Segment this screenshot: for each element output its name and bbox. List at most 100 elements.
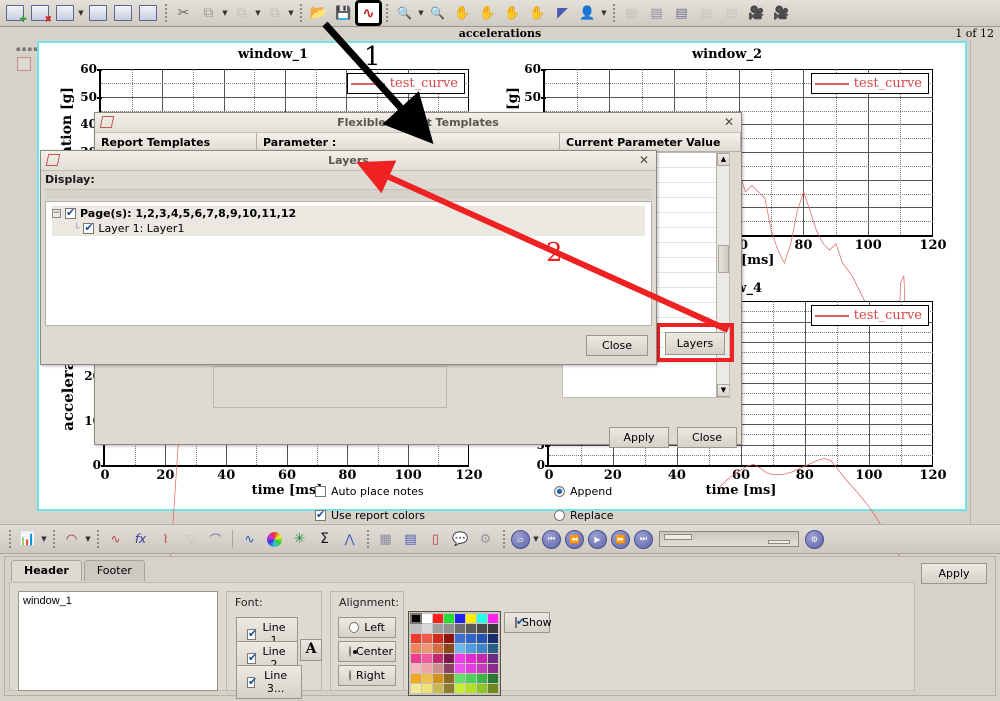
color-swatch[interactable] <box>444 684 454 693</box>
color-swatch[interactable] <box>477 634 487 643</box>
zoom-out-icon[interactable]: 🔍 <box>426 2 449 24</box>
color-swatch[interactable] <box>455 654 465 663</box>
color-swatch[interactable] <box>488 644 498 653</box>
scroll-up-icon[interactable]: ▲ <box>717 153 729 166</box>
color-swatch[interactable] <box>488 674 498 683</box>
color-swatch[interactable] <box>455 644 465 653</box>
color-swatch[interactable] <box>411 654 421 663</box>
tab-footer[interactable]: Footer <box>83 560 145 581</box>
auto-place-notes-checkbox[interactable]: Auto place notes <box>315 485 424 498</box>
paste-icon[interactable]: ⧉ <box>230 2 253 24</box>
color-swatch[interactable] <box>488 684 498 693</box>
save-session-icon[interactable]: 💾 <box>332 2 355 24</box>
scroll-thumb[interactable] <box>718 245 729 273</box>
open-session-icon[interactable]: 📂 <box>307 2 330 24</box>
color-swatch[interactable] <box>466 654 476 663</box>
color-swatch[interactable] <box>455 634 465 643</box>
color-swatch[interactable] <box>488 664 498 673</box>
color-swatch[interactable] <box>488 634 498 643</box>
skip-end-icon[interactable]: ⏭ <box>634 529 653 549</box>
color-swatch[interactable] <box>477 624 487 633</box>
color-swatch[interactable] <box>433 624 443 633</box>
asterisk-icon[interactable]: ✳ <box>288 528 311 550</box>
paste-special-icon[interactable]: ⧉ <box>263 2 286 24</box>
column-current-parameter-value[interactable]: Current Parameter Value <box>560 133 741 151</box>
animate-dropdown[interactable]: ▼ <box>532 535 540 543</box>
color-swatch[interactable] <box>411 674 421 683</box>
color-swatch[interactable] <box>433 684 443 693</box>
delete-window-icon[interactable]: ✖ <box>28 2 52 25</box>
color-swatch[interactable] <box>422 674 432 683</box>
scroll-down-icon[interactable]: ▼ <box>717 384 729 397</box>
color-swatch[interactable] <box>422 644 432 653</box>
close-button[interactable]: Close <box>677 427 737 448</box>
properties-apply-button[interactable]: Apply <box>921 563 987 584</box>
color-swatch[interactable] <box>466 624 476 633</box>
color-swatch[interactable] <box>466 674 476 683</box>
legend-window-1[interactable]: test_curve <box>346 73 465 94</box>
tree-checkbox[interactable] <box>65 206 76 219</box>
color-swatch[interactable] <box>455 614 465 623</box>
derivative-icon[interactable]: ∿ <box>238 528 261 550</box>
color-swatch[interactable] <box>477 654 487 663</box>
math-function-icon[interactable]: fx <box>129 528 152 550</box>
color-swatch[interactable] <box>433 674 443 683</box>
color-swatch[interactable] <box>422 614 432 623</box>
tile-windows-icon[interactable] <box>53 2 76 24</box>
paste-special-dropdown[interactable]: ▼ <box>287 9 295 17</box>
align-right-radio[interactable]: Right <box>338 665 396 686</box>
note-icon[interactable]: ▯ <box>424 528 447 550</box>
color-swatch[interactable] <box>488 614 498 623</box>
area-plot-dropdown[interactable]: ▼ <box>84 535 92 543</box>
font-picker-button[interactable]: A <box>300 639 322 661</box>
link-windows-icon[interactable] <box>136 2 159 24</box>
color-swatch[interactable] <box>444 644 454 653</box>
curve-edit-icon[interactable]: ⌇ <box>154 528 177 550</box>
expand-window-icon[interactable] <box>86 2 109 24</box>
color-swatch[interactable] <box>477 644 487 653</box>
curve-tool-icon[interactable]: ∿ <box>355 0 382 26</box>
legend-window-4[interactable]: test_curve <box>810 305 929 326</box>
window-layout-dropdown[interactable]: ▼ <box>77 9 85 17</box>
dialog-titlebar[interactable]: Flexible Report Templates ✕ <box>95 113 741 133</box>
replace-radio[interactable]: Replace <box>554 509 614 522</box>
paste-dropdown[interactable]: ▼ <box>254 9 262 17</box>
color-swatch[interactable] <box>466 634 476 643</box>
bar-plot-icon[interactable]: 📊 <box>16 528 39 550</box>
color-swatch[interactable] <box>488 654 498 663</box>
color-swatch[interactable] <box>444 634 454 643</box>
layers-close-button[interactable]: Close <box>586 335 648 356</box>
page-turn-icon[interactable]: ◤ <box>551 2 574 24</box>
color-swatch[interactable] <box>433 634 443 643</box>
column-parameter[interactable]: Parameter : <box>257 133 560 151</box>
record-video-icon[interactable]: 🎥 <box>745 2 768 24</box>
color-swatch[interactable] <box>455 664 465 673</box>
color-swatch[interactable] <box>477 674 487 683</box>
fast-forward-icon[interactable]: ⏩ <box>611 529 630 549</box>
use-report-colors-checkbox[interactable]: Use report colors <box>315 508 425 522</box>
pan-free-icon[interactable]: ✋ <box>526 2 549 24</box>
zoom-dropdown[interactable]: ▼ <box>417 9 425 17</box>
skip-start-icon[interactable]: ⏮ <box>542 529 561 549</box>
font-line-3-checkbox[interactable]: Line 3... <box>236 665 302 699</box>
settings-gear-icon[interactable]: ⚙ <box>474 528 497 550</box>
color-swatch[interactable] <box>455 624 465 633</box>
user-dropdown[interactable]: ▼ <box>600 9 608 17</box>
close-icon[interactable]: ✕ <box>639 153 649 167</box>
color-swatch[interactable] <box>444 674 454 683</box>
rewind-icon[interactable]: ⏪ <box>565 529 584 549</box>
color-swatch[interactable] <box>422 684 432 693</box>
tree-row-pages[interactable]: − Page(s): 1,2,3,4,5,6,7,8,9,10,11,12 <box>52 206 645 221</box>
color-swatch[interactable] <box>411 664 421 673</box>
color-swatch[interactable] <box>477 614 487 623</box>
align-center-radio[interactable]: Center <box>338 641 396 662</box>
legend-icon[interactable]: ▤ <box>399 528 422 550</box>
capture-disabled2-icon[interactable]: ▤ <box>720 2 743 24</box>
color-swatch[interactable] <box>422 664 432 673</box>
envelope-icon[interactable]: ⌒ <box>204 528 227 550</box>
tree-row-layer1[interactable]: └ Layer 1: Layer1 <box>52 221 645 236</box>
color-swatch[interactable] <box>466 684 476 693</box>
bar-plot-dropdown[interactable]: ▼ <box>40 535 48 543</box>
color-swatch[interactable] <box>444 614 454 623</box>
color-swatch[interactable] <box>466 664 476 673</box>
